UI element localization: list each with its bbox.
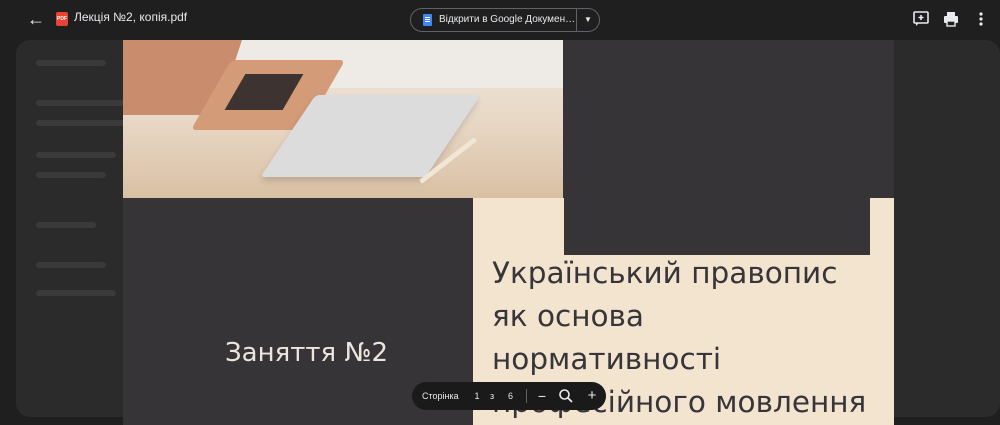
title-line: як основа	[492, 299, 645, 333]
open-with-label: Відкрити в Google Докумен…	[439, 14, 576, 25]
back-arrow-icon[interactable]: ←	[24, 8, 48, 30]
background-placeholder	[36, 172, 106, 178]
background-placeholder	[36, 152, 116, 158]
page-of-label: з	[490, 391, 495, 401]
page-total: 6	[508, 391, 514, 401]
divider	[526, 389, 527, 403]
pdf-page: Заняття №2 Український правопис як основ…	[123, 40, 894, 425]
zoom-out-icon[interactable]: −	[532, 386, 552, 406]
lecture-label: Заняття №2	[225, 338, 389, 368]
more-vert-icon[interactable]	[970, 8, 992, 30]
page-number-input[interactable]: 1	[470, 389, 484, 403]
background-placeholder	[36, 100, 126, 106]
background-placeholder	[36, 60, 106, 66]
google-docs-icon	[423, 14, 432, 26]
pdf-icon: PDF	[56, 12, 68, 26]
add-comment-icon[interactable]	[910, 8, 932, 30]
background-placeholder	[36, 222, 96, 228]
zoom-icon[interactable]	[556, 386, 576, 406]
viewer-toolbar: ← PDF Лекція №2, копія.pdf Відкрити в Go…	[0, 0, 1000, 38]
open-with-control: Відкрити в Google Докумен… ▼	[410, 8, 600, 32]
page-label: Сторінка	[422, 391, 459, 401]
page-controls: Сторінка 1 з 6 − +	[412, 382, 606, 410]
desk-photo	[123, 40, 563, 198]
background-placeholder	[36, 262, 106, 268]
decor-block	[564, 40, 870, 255]
print-icon[interactable]	[940, 8, 962, 30]
zoom-in-icon[interactable]: +	[582, 386, 602, 406]
background-placeholder	[36, 120, 126, 126]
title-line: нормативності	[492, 342, 722, 376]
title-line: Український правопис	[492, 256, 838, 290]
file-title: Лекція №2, копія.pdf	[74, 10, 188, 24]
chevron-down-icon[interactable]: ▼	[577, 9, 599, 31]
open-in-google-docs-button[interactable]: Відкрити в Google Докумен…	[411, 9, 575, 31]
background-placeholder	[36, 290, 116, 296]
